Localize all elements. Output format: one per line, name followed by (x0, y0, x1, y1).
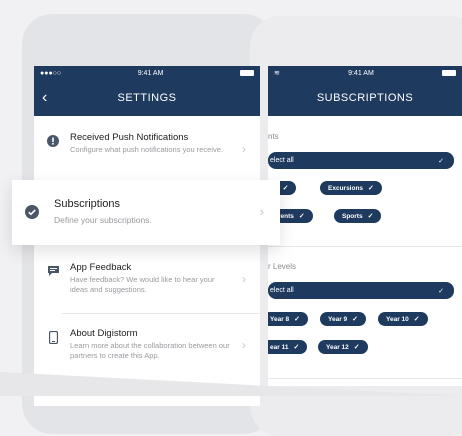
check-icon: ✓ (438, 287, 444, 295)
wifi-icon: ≋ (274, 70, 280, 77)
pill-year-12[interactable]: Year 12 ✓ (318, 340, 368, 354)
subscriptions-card[interactable]: Subscriptions Define your subscriptions.… (12, 180, 280, 245)
card-title: Subscriptions (54, 198, 121, 210)
pill-sports[interactable]: Sports ✓ (334, 209, 382, 223)
chevron-right-icon: › (242, 142, 246, 156)
status-time: 9:41 AM (137, 69, 164, 77)
select-all-years[interactable]: elect all ✓ (268, 282, 454, 299)
settings-item-about[interactable]: About Digistorm Learn more about the col… (34, 328, 260, 361)
check-icon: ✓ (438, 157, 444, 165)
battery-icon (239, 70, 254, 76)
section-divider (268, 246, 462, 247)
select-all-events[interactable]: elect all ✓ (268, 152, 454, 169)
check-icon: ✓ (367, 213, 374, 220)
status-time: 9:41 AM (348, 69, 374, 77)
section-label-events: nts (268, 132, 279, 141)
list-divider (62, 313, 260, 314)
check-icon: ✓ (352, 316, 359, 323)
item-title: About Digistorm (70, 328, 138, 339)
item-title: App Feedback (70, 262, 132, 273)
check-circle-icon (25, 205, 39, 219)
signal-icon: ●●●○○ (40, 69, 62, 77)
page-title: SETTINGS (117, 92, 177, 104)
item-desc: Configure what push notifications you re… (70, 145, 224, 154)
page-title: SUBSCRIPTIONS (316, 92, 414, 104)
section-label-year-levels: r Levels (268, 262, 297, 271)
chevron-right-icon: › (242, 272, 246, 286)
back-icon[interactable]: ‹ (42, 89, 48, 107)
alert-icon (46, 134, 60, 148)
check-icon: ✓ (298, 213, 305, 220)
check-icon: ✓ (413, 316, 420, 323)
item-desc: Learn more about the collaboration betwe… (70, 341, 230, 360)
status-bar: ●●●○○ 9:41 AM (34, 66, 260, 80)
check-icon: ✓ (368, 185, 374, 192)
chevron-right-icon: › (242, 338, 246, 352)
subscriptions-screen: ≋ 9:41 AM SUBSCRIPTIONS nts elect all ✓ … (268, 66, 462, 386)
chevron-right-icon: › (259, 204, 264, 219)
card-desc: Define your subscriptions. (54, 215, 152, 225)
battery-icon (442, 70, 456, 76)
chat-icon (46, 264, 60, 278)
phone-icon (46, 330, 60, 344)
pill-year-8[interactable]: Year 8 ✓ (268, 312, 309, 326)
section-divider (268, 378, 462, 379)
settings-item-push-notifications[interactable]: Received Push Notifications Configure wh… (34, 132, 260, 156)
check-icon: ✓ (353, 344, 360, 351)
subscriptions-navbar: SUBSCRIPTIONS (268, 80, 462, 116)
item-title: Received Push Notifications (70, 132, 189, 143)
settings-item-app-feedback[interactable]: App Feedback Have feedback? We would lik… (34, 262, 260, 295)
settings-navbar: ‹ SETTINGS (34, 80, 260, 116)
status-bar: ≋ 9:41 AM (268, 66, 462, 80)
pill-excursions[interactable]: Excursions ✓ (320, 181, 382, 195)
pill-year-10[interactable]: Year 10 ✓ (378, 312, 428, 326)
pill-year-9[interactable]: Year 9 ✓ (320, 312, 367, 326)
check-icon: ✓ (282, 185, 289, 192)
pill-year-11[interactable]: ear 11 ✓ (268, 340, 308, 354)
check-icon: ✓ (293, 344, 300, 351)
check-icon: ✓ (294, 316, 301, 323)
item-desc: Have feedback? We would like to hear you… (70, 275, 215, 294)
